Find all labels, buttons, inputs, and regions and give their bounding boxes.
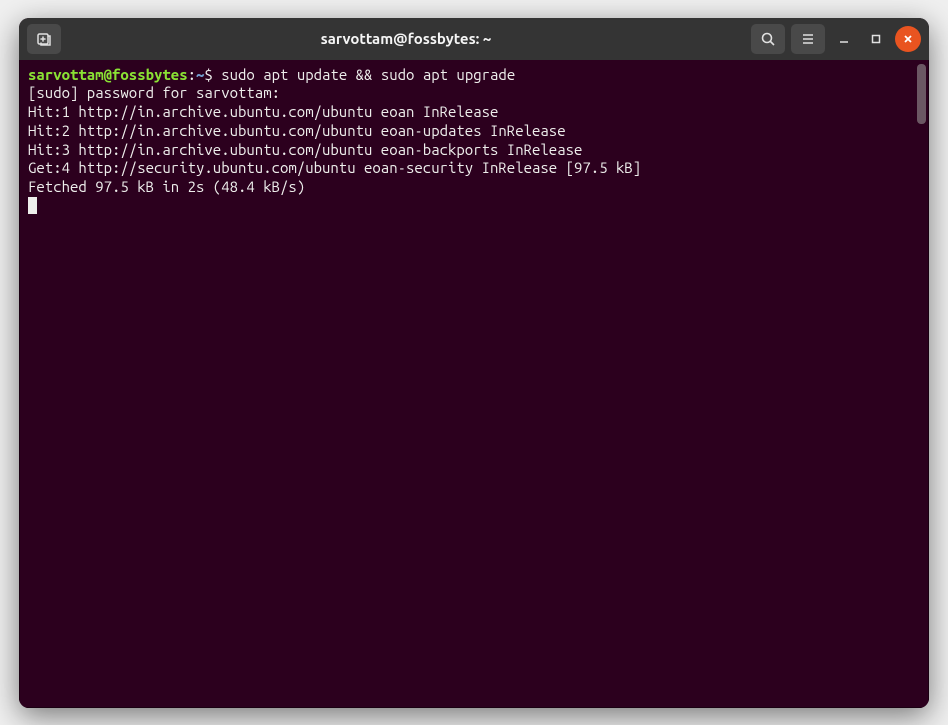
hamburger-icon bbox=[800, 31, 816, 47]
prompt-user-host: sarvottam@fossbytes bbox=[28, 66, 188, 83]
window-title: sarvottam@fossbytes: ~ bbox=[67, 30, 745, 47]
maximize-icon bbox=[870, 33, 882, 45]
minimize-button[interactable] bbox=[831, 26, 857, 52]
new-tab-icon bbox=[36, 31, 52, 47]
output-line: Fetched 97.5 kB in 2s (48.4 kB/s) bbox=[28, 178, 920, 197]
output-line: Hit:1 http://in.archive.ubuntu.com/ubunt… bbox=[28, 103, 920, 122]
prompt-line: sarvottam@fossbytes:~$ sudo apt update &… bbox=[28, 66, 920, 85]
terminal-window: sarvottam@fossbytes: ~ bbox=[19, 18, 929, 708]
titlebar: sarvottam@fossbytes: ~ bbox=[19, 18, 929, 60]
output-line: Get:4 http://security.ubuntu.com/ubuntu … bbox=[28, 159, 920, 178]
titlebar-right bbox=[751, 24, 921, 54]
scrollbar[interactable] bbox=[917, 64, 926, 124]
terminal-body[interactable]: sarvottam@fossbytes:~$ sudo apt update &… bbox=[19, 60, 929, 708]
minimize-icon bbox=[838, 33, 850, 45]
prompt-sigil: $ bbox=[204, 66, 221, 83]
maximize-button[interactable] bbox=[863, 26, 889, 52]
command-text: sudo apt update && sudo apt upgrade bbox=[221, 66, 515, 83]
close-button[interactable] bbox=[895, 26, 921, 52]
prompt-sep: : bbox=[188, 66, 196, 83]
titlebar-left bbox=[27, 24, 61, 54]
menu-button[interactable] bbox=[791, 24, 825, 54]
new-tab-button[interactable] bbox=[27, 24, 61, 54]
output-line: Hit:2 http://in.archive.ubuntu.com/ubunt… bbox=[28, 122, 920, 141]
search-icon bbox=[760, 31, 776, 47]
output-line: [sudo] password for sarvottam: bbox=[28, 84, 920, 103]
output-line: Hit:3 http://in.archive.ubuntu.com/ubunt… bbox=[28, 141, 920, 160]
search-button[interactable] bbox=[751, 24, 785, 54]
cursor bbox=[28, 197, 37, 214]
close-icon bbox=[902, 33, 914, 45]
